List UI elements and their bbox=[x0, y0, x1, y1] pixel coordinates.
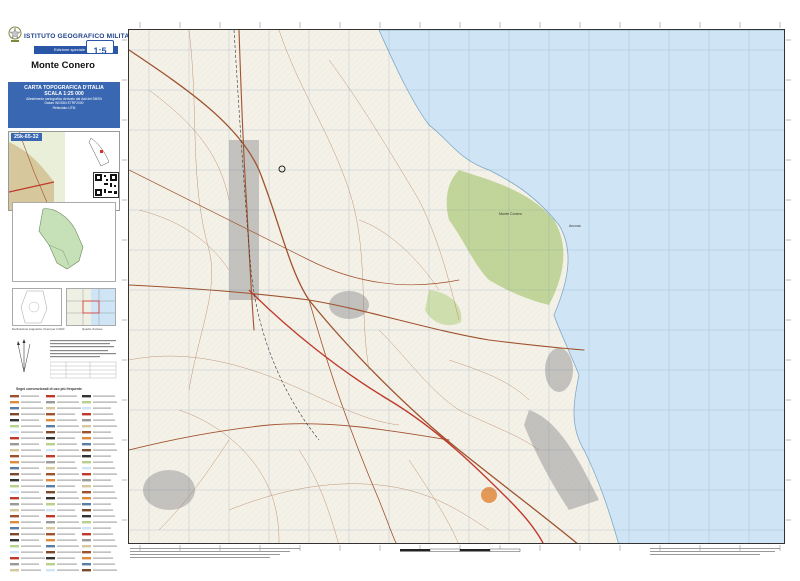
scale-bar bbox=[400, 548, 521, 552]
footer-notes bbox=[130, 548, 780, 558]
frame-ticks bbox=[122, 22, 791, 551]
sheet-code: 25k-65-32 bbox=[11, 133, 42, 141]
